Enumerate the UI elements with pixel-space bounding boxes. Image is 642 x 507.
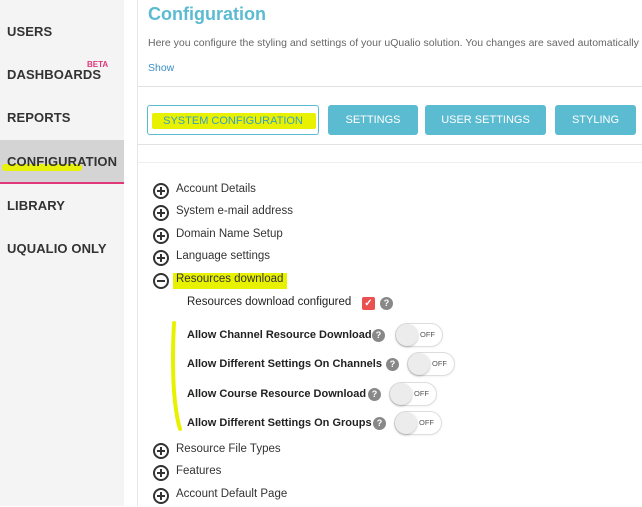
- tab-label: SYSTEM CONFIGURATION: [163, 115, 303, 127]
- option-label: Allow Different Settings On Channels: [187, 358, 382, 370]
- toggle-state: OFF: [420, 330, 435, 339]
- sidebar-item-uqualio-only[interactable]: UQUALIO ONLY: [0, 227, 124, 269]
- page-description: Here you configure the styling and setti…: [148, 37, 639, 49]
- tabs-card: SYSTEM CONFIGURATION SETTINGS USER SETTI…: [138, 92, 642, 145]
- show-link[interactable]: Show: [148, 62, 174, 74]
- page-title: Configuration: [148, 4, 266, 24]
- sidebar-item-label: DASHBOARDS: [7, 67, 102, 82]
- header-card: Configuration Here you configure the sty…: [138, 0, 642, 87]
- tab-user-settings[interactable]: USER SETTINGS: [425, 105, 546, 135]
- plus-icon: [153, 250, 169, 266]
- tab-system-configuration[interactable]: SYSTEM CONFIGURATION: [147, 105, 319, 135]
- toggle-knob: [395, 412, 417, 434]
- toggle-course-resource-download[interactable]: OFF: [389, 382, 437, 406]
- highlight-stroke: [171, 321, 182, 431]
- help-icon[interactable]: ?: [386, 358, 399, 371]
- sidebar-item-users[interactable]: USERS: [0, 10, 124, 52]
- tree-item-label: Domain Name Setup: [176, 228, 283, 240]
- toggle-knob: [396, 324, 418, 346]
- sidebar-item-label: CONFIGURATION: [7, 154, 118, 169]
- resources-configured-label: Resources download configured: [187, 296, 352, 308]
- help-icon[interactable]: ?: [368, 388, 381, 401]
- sidebar-item-library[interactable]: LIBRARY: [0, 184, 124, 226]
- plus-icon: [153, 443, 169, 459]
- plus-icon: [153, 488, 169, 504]
- help-icon[interactable]: ?: [380, 297, 393, 310]
- toggle-settings-on-channels[interactable]: OFF: [407, 352, 455, 376]
- settings-tree: Account Details System e-mail address Do…: [138, 162, 642, 507]
- help-icon[interactable]: ?: [372, 329, 385, 342]
- tree-item-label: Account Default Page: [176, 488, 288, 500]
- toggle-knob: [408, 353, 430, 375]
- beta-badge: BETA: [87, 60, 109, 69]
- sidebar-item-reports[interactable]: REPORTS: [0, 96, 124, 138]
- tab-styling[interactable]: STYLING: [555, 105, 636, 135]
- toggle-settings-on-groups[interactable]: OFF: [394, 411, 442, 435]
- plus-icon: [153, 465, 169, 481]
- sidebar-item-configuration[interactable]: CONFIGURATION: [0, 140, 124, 184]
- sidebar-item-dashboards[interactable]: DASHBOARDS BETA: [0, 53, 124, 95]
- toggle-knob: [390, 383, 412, 405]
- tree-item-label: System e-mail address: [176, 205, 293, 217]
- toggle-channel-resource-download[interactable]: OFF: [395, 323, 443, 347]
- plus-icon: [153, 205, 169, 221]
- toggle-state: OFF: [419, 418, 434, 427]
- sidebar-item-label: USERS: [7, 24, 53, 39]
- option-label: Allow Course Resource Download: [187, 388, 367, 400]
- tree-item-label: Resources download: [176, 273, 284, 285]
- toggle-state: OFF: [432, 359, 447, 368]
- option-label: Allow Channel Resource Download: [187, 329, 372, 341]
- plus-icon: [153, 228, 169, 244]
- option-label: Allow Different Settings On Groups: [187, 417, 372, 429]
- plus-icon: [153, 183, 169, 199]
- minus-icon: [153, 273, 169, 289]
- help-icon[interactable]: ?: [373, 417, 386, 430]
- sidebar-gap: [124, 0, 138, 506]
- tree-item-label: Language settings: [176, 250, 270, 262]
- tree-item-label: Resource File Types: [176, 443, 281, 455]
- check-icon[interactable]: ✓: [362, 297, 375, 310]
- tab-label: STYLING: [571, 114, 620, 126]
- tree-item-label: Features: [176, 465, 222, 477]
- tab-label: SETTINGS: [345, 114, 401, 126]
- tab-settings[interactable]: SETTINGS: [328, 105, 418, 135]
- sidebar-item-label: LIBRARY: [7, 198, 65, 213]
- sidebar-item-label: UQUALIO ONLY: [7, 241, 107, 256]
- tree-item-label: Account Details: [176, 183, 256, 195]
- tab-label: USER SETTINGS: [441, 114, 530, 126]
- toggle-state: OFF: [414, 389, 429, 398]
- sidebar-item-label: REPORTS: [7, 110, 71, 125]
- sidebar: USERS DASHBOARDS BETA REPORTS CONFIGURAT…: [0, 0, 124, 506]
- tree-item-resources-download[interactable]: Resources download: [153, 272, 293, 292]
